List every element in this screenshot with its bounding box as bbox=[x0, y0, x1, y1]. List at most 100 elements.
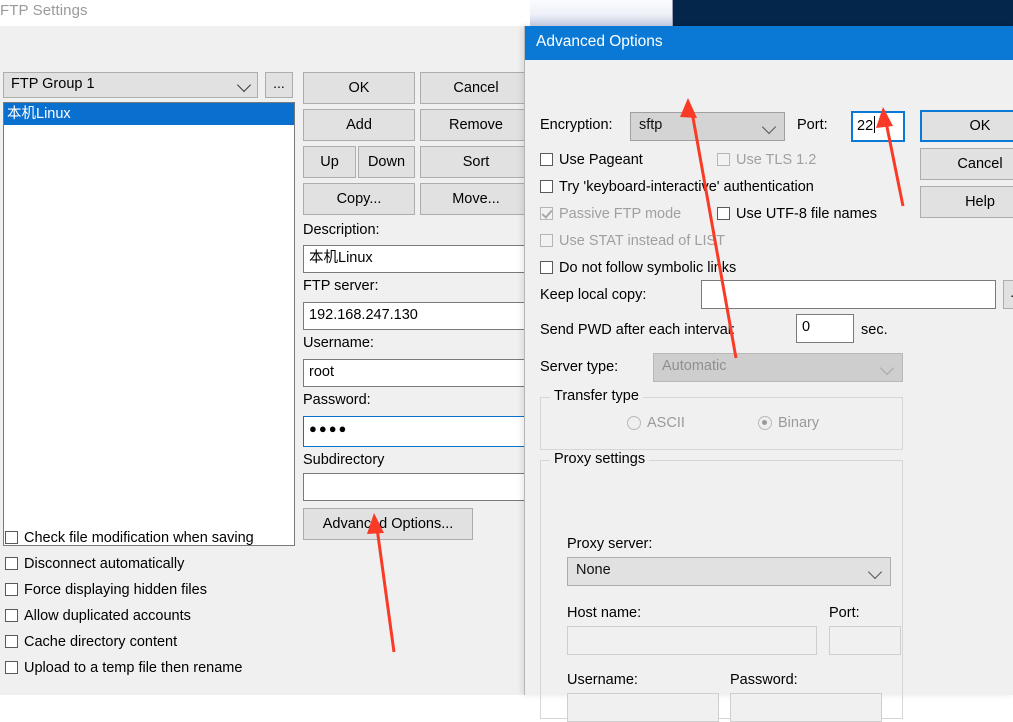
keep-local-copy-input[interactable] bbox=[701, 280, 996, 309]
advanced-options-body: Encryption: sftp Port: 22 OK Cancel Help… bbox=[525, 60, 1013, 722]
move-up-button[interactable]: Up bbox=[303, 146, 356, 178]
proxy-port-label: Port: bbox=[829, 605, 860, 621]
transfer-type-group: Transfer type ASCII Binary bbox=[540, 388, 903, 450]
advanced-options-titlebar: Advanced Options bbox=[525, 26, 1013, 60]
advanced-options-title: Advanced Options bbox=[536, 33, 663, 50]
proxy-host-input[interactable] bbox=[567, 626, 817, 655]
sort-button[interactable]: Sort bbox=[420, 146, 532, 178]
checkbox-icon bbox=[540, 207, 553, 220]
checkbox-icon[interactable] bbox=[540, 180, 553, 193]
checkbox-check-file-modification[interactable]: Check file modification when saving bbox=[5, 530, 254, 554]
site-listbox[interactable]: 本机Linux bbox=[3, 102, 295, 546]
checkbox-label: Force displaying hidden files bbox=[24, 582, 207, 598]
radio-icon bbox=[627, 416, 641, 430]
ftp-server-input[interactable]: 192.168.247.130 bbox=[303, 302, 532, 330]
proxy-server-combo[interactable]: None bbox=[567, 557, 891, 586]
username-input[interactable]: root bbox=[303, 359, 532, 387]
radio-icon bbox=[758, 416, 772, 430]
proxy-port-input[interactable] bbox=[829, 626, 901, 655]
password-label: Password: bbox=[303, 392, 371, 408]
checkbox-allow-duplicated-accounts[interactable]: Allow duplicated accounts bbox=[5, 608, 191, 632]
send-pwd-interval-unit: sec. bbox=[861, 322, 888, 338]
port-label: Port: bbox=[797, 117, 828, 133]
advanced-options-button[interactable]: Advanced Options... bbox=[303, 508, 473, 540]
chevron-down-icon bbox=[879, 360, 895, 376]
checkbox-passive-ftp-mode: Passive FTP mode bbox=[540, 206, 681, 228]
checkbox-icon[interactable] bbox=[5, 635, 18, 648]
radio-label: ASCII bbox=[647, 415, 685, 431]
encryption-combo[interactable]: sftp bbox=[630, 112, 785, 141]
checkbox-try-keyboard-interactive-authentication[interactable]: Try 'keyboard-interactive' authenticatio… bbox=[540, 179, 814, 201]
checkbox-upload-to-temp-file-then-rename[interactable]: Upload to a temp file then rename bbox=[5, 660, 242, 684]
proxy-server-label: Proxy server: bbox=[567, 536, 653, 552]
ok-button[interactable]: OK bbox=[303, 72, 415, 104]
advanced-help-button[interactable]: Help bbox=[920, 186, 1013, 218]
password-masked-value: ●●●● bbox=[309, 421, 349, 436]
radio-label: Binary bbox=[778, 415, 820, 431]
server-type-label: Server type: bbox=[540, 359, 619, 375]
ftp-settings-titlebar: FTP Settings bbox=[0, 0, 530, 26]
transfer-type-group-title: Transfer type bbox=[550, 388, 643, 404]
checkbox-force-displaying-hidden-files[interactable]: Force displaying hidden files bbox=[5, 582, 207, 606]
username-label: Username: bbox=[303, 335, 374, 351]
password-input[interactable]: ●●●● bbox=[303, 416, 532, 447]
description-input[interactable]: 本机Linux bbox=[303, 245, 532, 273]
add-button[interactable]: Add bbox=[303, 109, 415, 141]
advanced-ok-button[interactable]: OK bbox=[920, 110, 1013, 142]
checkbox-icon bbox=[717, 153, 730, 166]
checkbox-label: Do not follow symbolic links bbox=[559, 260, 737, 276]
checkbox-icon[interactable] bbox=[717, 207, 730, 220]
radio-ascii: ASCII bbox=[627, 415, 685, 431]
checkbox-cache-directory-content[interactable]: Cache directory content bbox=[5, 634, 177, 658]
send-pwd-interval-input[interactable]: 0 bbox=[796, 314, 854, 343]
remove-button[interactable]: Remove bbox=[420, 109, 532, 141]
list-item[interactable]: 本机Linux bbox=[4, 103, 294, 125]
cancel-button[interactable]: Cancel bbox=[420, 72, 532, 104]
checkbox-use-utf8-file-names[interactable]: Use UTF-8 file names bbox=[717, 206, 877, 228]
keep-local-copy-label: Keep local copy: bbox=[540, 287, 647, 303]
move-button[interactable]: Move... bbox=[420, 183, 532, 215]
ftp-group-browse-button[interactable]: ... bbox=[265, 72, 293, 98]
port-input[interactable]: 22 bbox=[851, 111, 905, 142]
checkbox-label: Upload to a temp file then rename bbox=[24, 660, 243, 676]
encryption-label: Encryption: bbox=[540, 117, 613, 133]
checkbox-icon[interactable] bbox=[540, 153, 553, 166]
server-type-combo-value: Automatic bbox=[662, 358, 727, 374]
checkbox-label: Cache directory content bbox=[24, 634, 178, 650]
checkbox-icon[interactable] bbox=[5, 661, 18, 674]
checkbox-do-not-follow-symbolic-links[interactable]: Do not follow symbolic links bbox=[540, 260, 736, 282]
checkbox-label: Use STAT instead of LIST bbox=[559, 233, 726, 249]
proxy-password-input[interactable] bbox=[730, 693, 882, 722]
checkbox-label: Passive FTP mode bbox=[559, 206, 682, 222]
checkbox-disconnect-automatically[interactable]: Disconnect automatically bbox=[5, 556, 184, 580]
checkbox-icon bbox=[540, 234, 553, 247]
checkbox-icon[interactable] bbox=[5, 609, 18, 622]
radio-binary: Binary bbox=[758, 415, 819, 431]
checkbox-icon[interactable] bbox=[5, 557, 18, 570]
description-label: Description: bbox=[303, 222, 380, 238]
checkbox-icon[interactable] bbox=[540, 261, 553, 274]
ftp-group-combo[interactable]: FTP Group 1 bbox=[3, 72, 258, 98]
proxy-username-label: Username: bbox=[567, 672, 638, 688]
copy-button[interactable]: Copy... bbox=[303, 183, 415, 215]
checkbox-icon[interactable] bbox=[5, 583, 18, 596]
text-caret bbox=[874, 116, 876, 133]
checkbox-icon[interactable] bbox=[5, 531, 18, 544]
checkbox-use-pageant[interactable]: Use Pageant bbox=[540, 152, 643, 174]
proxy-password-label: Password: bbox=[730, 672, 798, 688]
move-down-button[interactable]: Down bbox=[358, 146, 415, 178]
proxy-settings-group: Proxy settings Proxy server: None Host n… bbox=[540, 451, 903, 722]
background-window-strip bbox=[530, 0, 673, 26]
advanced-cancel-button[interactable]: Cancel bbox=[920, 148, 1013, 180]
ftp-settings-body: FTP Group 1 ... 本机Linux OK Cancel Add Re… bbox=[0, 26, 532, 695]
proxy-settings-group-title: Proxy settings bbox=[550, 451, 650, 467]
proxy-username-input[interactable] bbox=[567, 693, 719, 722]
checkbox-label: Use Pageant bbox=[559, 152, 643, 168]
send-pwd-interval-label: Send PWD after each interval: bbox=[540, 322, 736, 338]
keep-local-copy-browse-button[interactable]: ... bbox=[1003, 280, 1013, 309]
checkbox-label: Use TLS 1.2 bbox=[736, 152, 817, 168]
subdirectory-input[interactable] bbox=[303, 473, 532, 501]
ftp-group-combo-value: FTP Group 1 bbox=[11, 76, 95, 92]
encryption-combo-value: sftp bbox=[639, 117, 663, 133]
server-type-combo: Automatic bbox=[653, 353, 903, 382]
